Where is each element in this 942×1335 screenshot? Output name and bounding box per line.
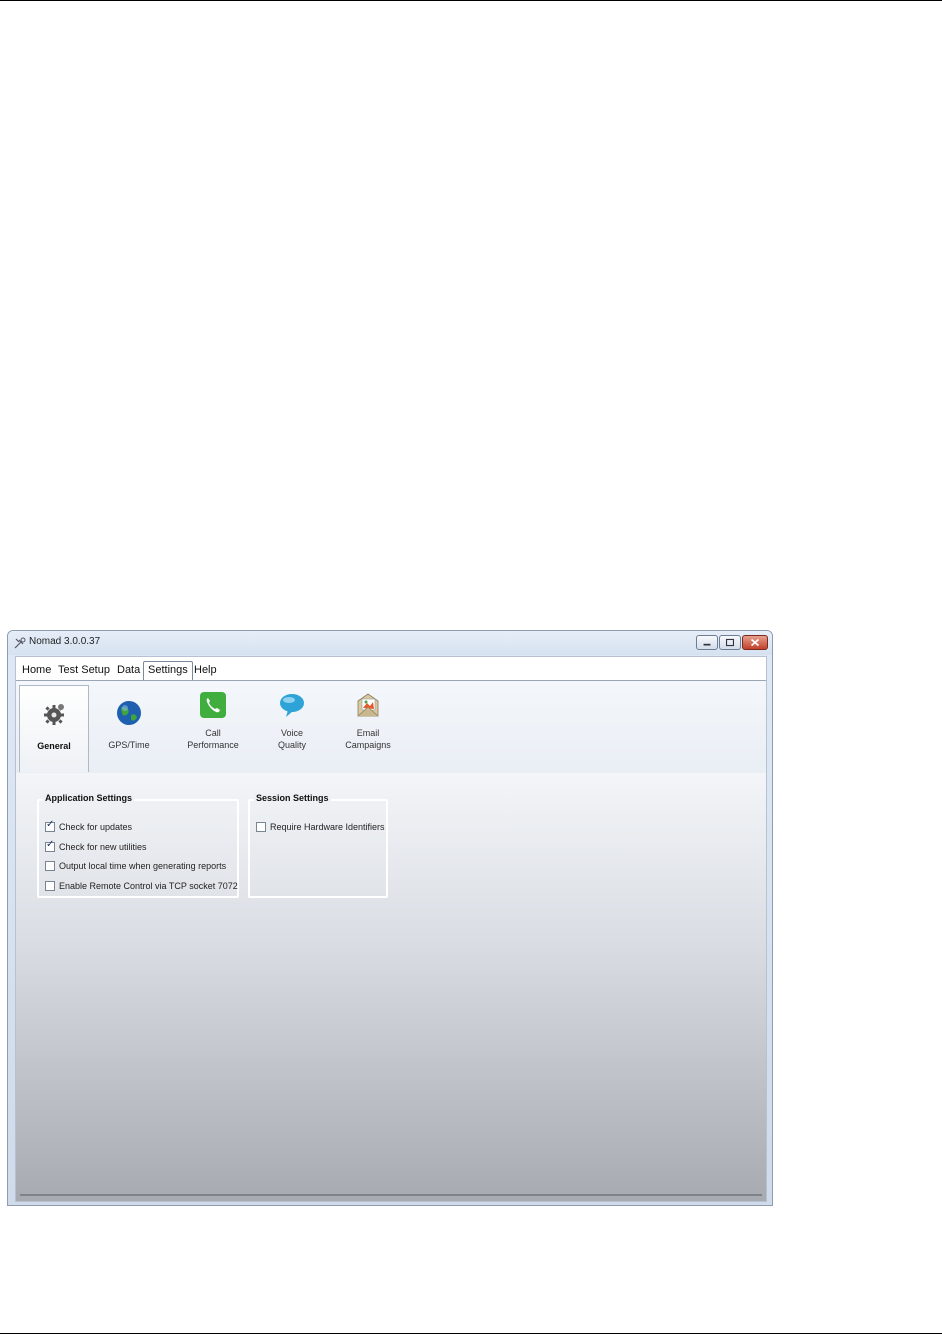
check-for-updates-option[interactable]: ✓ Check for updates bbox=[45, 819, 133, 833]
minimize-icon bbox=[703, 643, 711, 646]
output-local-time-option[interactable]: Output local time when generating report… bbox=[45, 861, 226, 872]
satellite-icon bbox=[14, 637, 26, 649]
ribbon-voice-quality-button[interactable]: Voice Quality bbox=[262, 685, 322, 771]
app-window: Nomad 3.0.0.37 Home Test Setup Data Sett… bbox=[7, 630, 773, 1206]
ribbon-call-label-line1: Call bbox=[205, 728, 221, 738]
output-local-time-label: Output local time when generating report… bbox=[59, 861, 227, 871]
require-hardware-identifiers-option[interactable]: Require Hardware Identifiers bbox=[256, 822, 385, 833]
output-local-time-checkbox[interactable] bbox=[45, 861, 55, 871]
check-for-updates-label: Check for updates bbox=[59, 822, 133, 832]
ribbon-voice-label-line2: Quality bbox=[277, 740, 306, 750]
speech-bubble-icon bbox=[280, 694, 304, 717]
require-hardware-identifiers-checkbox[interactable] bbox=[256, 822, 266, 832]
session-settings-title: Session Settings bbox=[254, 793, 331, 803]
enable-remote-control-label: Enable Remote Control via TCP socket 707… bbox=[59, 881, 238, 891]
menu-item-test-setup[interactable]: Test Setup bbox=[58, 663, 110, 677]
check-for-new-utilities-checkbox[interactable]: ✓ bbox=[45, 839, 55, 852]
window-title: Nomad 3.0.0.37 bbox=[29, 636, 101, 647]
settings-content: Application Settings ✓ Check for updates … bbox=[16, 773, 766, 1201]
menu-item-help[interactable]: Help bbox=[194, 663, 217, 677]
check-for-new-utilities-label: Check for new utilities bbox=[59, 842, 147, 852]
ribbon-email-label-line1: Email bbox=[356, 728, 380, 738]
globe-icon bbox=[117, 701, 141, 725]
application-settings-group: Application Settings ✓ Check for updates … bbox=[37, 793, 239, 898]
page-bottom-rule bbox=[0, 1333, 942, 1334]
session-settings-group: Session Settings Require Hardware Identi… bbox=[248, 793, 388, 898]
ribbon-call-performance-button[interactable]: Call Performance bbox=[176, 685, 250, 771]
page-top-rule bbox=[0, 0, 942, 1]
menu-item-settings[interactable]: Settings bbox=[143, 661, 193, 681]
ribbon-email-label-line2: Campaigns bbox=[345, 740, 391, 750]
ribbon-email-campaigns-button[interactable]: Email Campaigns bbox=[336, 685, 400, 771]
enable-remote-control-checkbox[interactable] bbox=[45, 881, 55, 891]
application-settings-title: Application Settings bbox=[43, 793, 135, 803]
check-for-updates-checkbox[interactable]: ✓ bbox=[45, 819, 55, 832]
menu-item-home[interactable]: Home bbox=[22, 663, 51, 677]
content-bottom-border bbox=[20, 1194, 762, 1196]
require-hardware-identifiers-label: Require Hardware Identifiers bbox=[270, 822, 385, 832]
checkmark-icon: ✓ bbox=[46, 819, 55, 830]
gear-icon bbox=[44, 704, 64, 725]
minimize-button[interactable] bbox=[696, 635, 718, 650]
client-area: Home Test Setup Data Settings Help Gener… bbox=[15, 656, 767, 1202]
menu-bar: Home Test Setup Data Settings Help bbox=[16, 657, 766, 681]
maximize-button[interactable] bbox=[719, 635, 741, 650]
close-button[interactable] bbox=[742, 635, 768, 650]
ribbon-general-label: General bbox=[37, 741, 71, 751]
check-for-new-utilities-option[interactable]: ✓ Check for new utilities bbox=[45, 839, 147, 853]
email-icon bbox=[357, 693, 379, 717]
enable-remote-control-option[interactable]: Enable Remote Control via TCP socket 707… bbox=[45, 881, 238, 892]
ribbon-general-button[interactable]: General bbox=[19, 685, 89, 772]
menu-item-data[interactable]: Data bbox=[117, 663, 140, 677]
maximize-icon bbox=[725, 638, 735, 647]
ribbon-voice-label-line1: Voice bbox=[280, 728, 304, 738]
checkmark-icon: ✓ bbox=[46, 839, 55, 850]
phone-icon bbox=[200, 692, 226, 718]
title-bar[interactable]: Nomad 3.0.0.37 bbox=[8, 631, 772, 655]
ribbon-gps-time-label: GPS/Time bbox=[108, 740, 150, 750]
close-icon bbox=[750, 638, 760, 647]
ribbon-call-label-line2: Performance bbox=[187, 740, 239, 750]
settings-ribbon: General GPS/Time Call Performance Voice … bbox=[16, 680, 766, 774]
ribbon-gps-time-button[interactable]: GPS/Time bbox=[96, 685, 162, 771]
